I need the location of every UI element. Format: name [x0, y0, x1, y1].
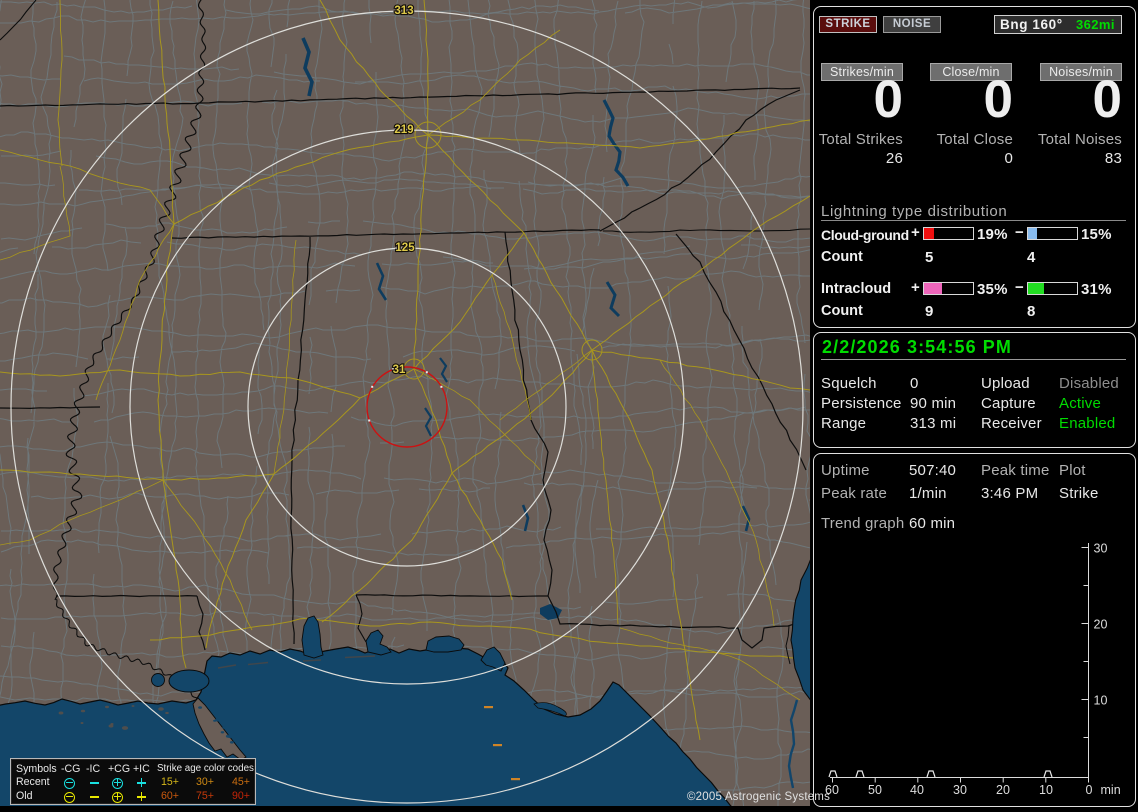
svg-text:20: 20 [996, 783, 1010, 797]
svg-text:20: 20 [1094, 618, 1108, 632]
svg-text:219: 219 [394, 124, 413, 136]
svg-text:0: 0 [1086, 783, 1093, 797]
svg-text:10: 10 [1039, 783, 1053, 797]
svg-text:min: min [1101, 783, 1121, 797]
svg-text:125: 125 [395, 242, 415, 254]
svg-text:50: 50 [868, 783, 882, 797]
svg-text:31: 31 [393, 364, 406, 376]
svg-text:313: 313 [394, 5, 413, 17]
svg-text:30: 30 [1094, 542, 1108, 556]
svg-text:40: 40 [910, 783, 924, 797]
svg-text:10: 10 [1094, 694, 1108, 708]
svg-text:30: 30 [953, 783, 967, 797]
